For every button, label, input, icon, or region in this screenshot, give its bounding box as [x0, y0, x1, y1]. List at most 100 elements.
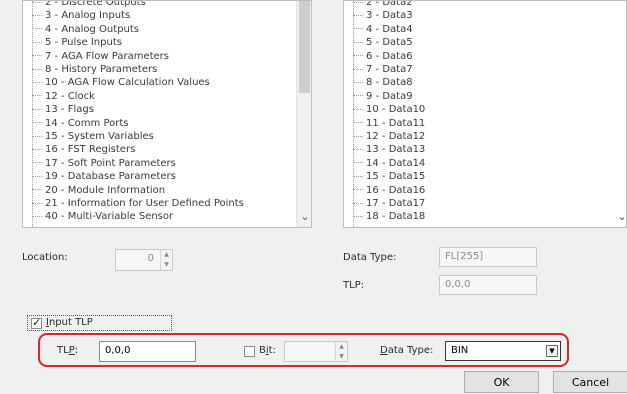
tree-connector	[353, 162, 363, 164]
data-type-selected: BIN	[451, 345, 469, 356]
point-type-label: 16 - FST Registers	[45, 144, 136, 156]
parameter-label: 2 - Data2	[366, 0, 413, 8]
tree-connector	[32, 68, 42, 70]
list-item[interactable]: 12 - Clock	[32, 90, 95, 103]
parameter-label: 12 - Data12	[366, 131, 426, 142]
bit-spinner[interactable]: ▲ ▼	[284, 341, 348, 362]
data-type-select[interactable]: BIN ▼	[445, 341, 561, 361]
list-item[interactable]: 6 - Data6	[353, 50, 413, 63]
parameter-label: 3 - Data3	[366, 10, 413, 22]
checkmark-icon: ✓	[32, 316, 42, 329]
list-item[interactable]: 13 - Data13	[353, 143, 425, 156]
parameter-label: 17 - Data17	[366, 198, 426, 209]
list-item[interactable]: 13 - Flags	[32, 103, 94, 116]
list-item[interactable]: 15 - System Variables	[32, 130, 154, 143]
data-type-readonly-field: FL[255]	[439, 247, 537, 267]
list-item[interactable]: 5 - Data5	[353, 36, 413, 49]
left-list-scroll-thumb[interactable]	[299, 1, 310, 93]
tree-connector	[32, 135, 42, 137]
tree-connector	[353, 55, 363, 57]
cancel-button[interactable]: Cancel	[553, 371, 627, 393]
point-type-label: 20 - Module Information	[45, 184, 166, 196]
parameter-label: 14 - Data14	[366, 157, 426, 169]
parameter-label: 11 - Data11	[366, 117, 426, 129]
list-item[interactable]: 2 - Discrete Outputs	[32, 1, 146, 9]
point-type-label: 3 - Analog Inputs	[45, 10, 131, 22]
list-item[interactable]: 15 - Data15	[353, 170, 425, 183]
parameter-label: 5 - Data5	[366, 37, 413, 49]
list-item[interactable]: 3 - Data3	[353, 9, 413, 22]
tree-connector	[32, 202, 42, 204]
input-tlp-checkbox[interactable]: ✓	[31, 316, 42, 329]
bit-checkbox[interactable]	[244, 346, 255, 357]
chevron-down-icon[interactable]: ⌄	[616, 211, 626, 225]
list-item[interactable]: 7 - AGA Flow Parameters	[32, 50, 169, 63]
list-item[interactable]: 8 - History Parameters	[32, 63, 157, 76]
tree-connector	[32, 215, 42, 217]
list-item[interactable]: 10 - AGA Flow Calculation Values	[32, 76, 210, 89]
tree-connector	[353, 175, 363, 177]
point-type-label: 21 - Information for User Defined Points	[45, 198, 244, 209]
list-item[interactable]: 5 - Pulse Inputs	[32, 36, 122, 49]
list-item[interactable]: 14 - Data14	[353, 157, 425, 170]
list-item[interactable]: 3 - Analog Inputs	[32, 9, 130, 22]
tree-connector	[32, 14, 42, 16]
spin-arrows-icon[interactable]: ▲ ▼	[335, 342, 347, 361]
list-item[interactable]: 18 - Data18	[353, 210, 425, 223]
input-tlp-checkbox-group[interactable]: ✓ Input TLP	[27, 315, 172, 331]
list-item[interactable]: 17 - Data17	[353, 197, 425, 210]
point-type-label: 5 - Pulse Inputs	[45, 37, 122, 49]
ok-button[interactable]: OK	[464, 371, 539, 393]
tlp-label: TLP:	[343, 280, 365, 291]
spin-arrows-icon[interactable]: ▲ ▼	[160, 250, 172, 270]
list-item[interactable]: 7 - Data7	[353, 63, 413, 76]
list-item[interactable]: 20 - Module Information	[32, 184, 165, 197]
list-item[interactable]: 12 - Data12	[353, 130, 425, 143]
tree-connector	[32, 28, 42, 30]
list-item[interactable]: 17 - Soft Point Parameters	[32, 157, 176, 170]
tree-connector	[353, 1, 363, 3]
tree-connector	[32, 55, 42, 57]
list-item[interactable]: 9 - Data9	[353, 90, 413, 103]
list-item[interactable]: 10 - Data10	[353, 103, 425, 116]
list-item[interactable]: 19 - Database Parameters	[32, 170, 176, 183]
point-type-label: 13 - Flags	[45, 104, 94, 116]
parameter-label: 6 - Data6	[366, 50, 413, 62]
point-type-label: 19 - Database Parameters	[45, 171, 176, 183]
tlp-input-label: TLP:	[57, 345, 79, 356]
point-type-label: 4 - Analog Outputs	[45, 23, 140, 35]
list-item[interactable]: 8 - Data8	[353, 76, 413, 89]
parameter-list[interactable]: 2 - Data2 3 - Data3 4 - Data4 5 - Data5 6 - …	[343, 0, 627, 228]
tree-connector	[353, 68, 363, 70]
chevron-down-icon[interactable]: ⌄	[297, 211, 311, 225]
list-item[interactable]: 16 - FST Registers	[32, 143, 135, 156]
list-item[interactable]: 16 - Data16	[353, 184, 425, 197]
parameter-label: 13 - Data13	[366, 144, 426, 156]
list-item[interactable]: 4 - Analog Outputs	[32, 23, 139, 36]
list-item[interactable]: 2 - Data2	[353, 0, 413, 9]
parameter-label: 15 - Data15	[366, 171, 426, 183]
tree-connector	[353, 14, 363, 16]
list-item[interactable]: 11 - Data11	[353, 117, 425, 130]
tree-connector	[353, 41, 363, 43]
list-item[interactable]: 21 - Information for User Defined Points	[32, 197, 244, 210]
point-type-label: 12 - Clock	[45, 90, 95, 102]
tree-connector	[32, 1, 42, 3]
parameter-label: 7 - Data7	[366, 64, 413, 75]
dropdown-arrow-icon[interactable]: ▼	[546, 345, 558, 357]
tlp-input-field[interactable]: 0,0,0	[99, 341, 196, 362]
parameter-label: 10 - Data10	[366, 104, 426, 116]
list-item[interactable]: 14 - Comm Ports	[32, 117, 129, 130]
tree-connector	[32, 41, 42, 43]
location-spinner[interactable]: 0 ▲ ▼	[115, 249, 173, 271]
list-item[interactable]: 4 - Data4	[353, 23, 413, 36]
list-item[interactable]: 40 - Multi-Variable Sensor	[32, 210, 173, 223]
input-tlp-label: Input TLP	[46, 317, 93, 328]
location-label: Location:	[22, 252, 68, 263]
data-type-select-label: Data Type:	[380, 345, 434, 356]
left-list-scrollbar[interactable]: ⌄	[296, 1, 311, 227]
parameter-label: 8 - Data8	[366, 77, 413, 89]
parameter-label: 16 - Data16	[366, 184, 426, 196]
tree-connector	[32, 108, 42, 110]
point-type-list[interactable]: 2 - Discrete Outputs 3 - Analog Inputs 4 -…	[22, 0, 312, 228]
